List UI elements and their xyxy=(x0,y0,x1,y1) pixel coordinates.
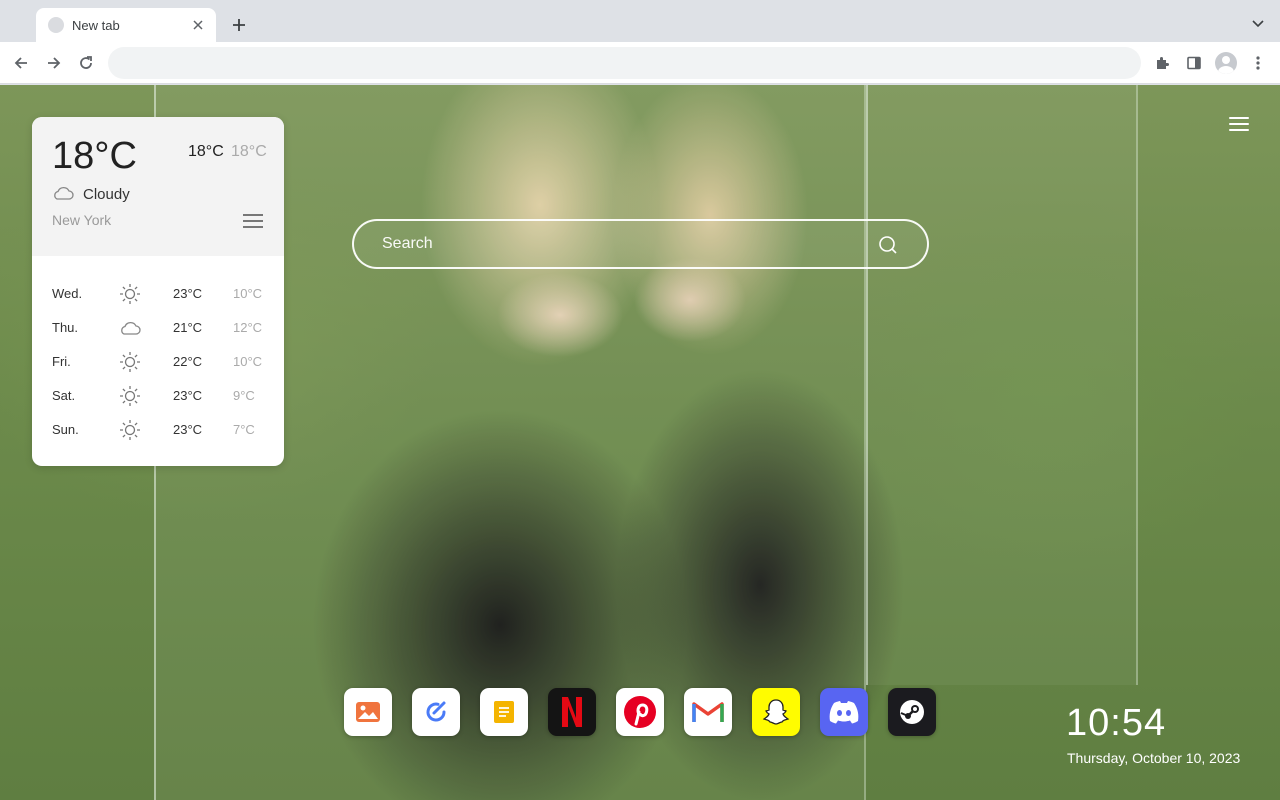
sun-icon xyxy=(119,351,141,373)
tab-title: New tab xyxy=(72,17,120,33)
app-gmail[interactable] xyxy=(684,688,732,736)
new-tab-page: 18°C 18°C 18°C Cloudy New York Wed. 23°C 1… xyxy=(0,85,1280,800)
forecast-row: Wed. 23°C 10°C xyxy=(32,277,284,311)
cloud-icon xyxy=(54,187,74,200)
forecast-high: 23°C xyxy=(173,422,203,437)
page-menu-button[interactable] xyxy=(1229,117,1249,133)
forecast-high: 23°C xyxy=(173,388,203,403)
side-panel-icon xyxy=(1187,56,1201,70)
forecast-row: Sat. 23°C 9°C xyxy=(32,379,284,413)
arrow-right-icon xyxy=(48,57,61,69)
sun-icon xyxy=(119,419,141,441)
app-snapchat[interactable] xyxy=(752,688,800,736)
notes-icon xyxy=(494,701,514,723)
side-panel-button[interactable] xyxy=(1183,52,1205,74)
tab-search-button[interactable] xyxy=(1250,16,1266,32)
pinterest-icon xyxy=(624,696,656,728)
arrow-left-icon xyxy=(14,57,27,69)
app-netflix[interactable] xyxy=(548,688,596,736)
forecast-day: Sun. xyxy=(52,422,79,437)
forecast-low: 7°C xyxy=(233,422,255,437)
search-bar[interactable] xyxy=(352,219,929,269)
forecast-day: Thu. xyxy=(52,320,79,335)
tab-new-tab[interactable]: New tab xyxy=(36,8,216,42)
chevron-down-icon xyxy=(1252,20,1264,28)
app-photos[interactable] xyxy=(344,688,392,736)
forecast-low: 10°C xyxy=(233,354,263,369)
search-icon[interactable] xyxy=(878,235,898,255)
netflix-icon xyxy=(562,697,582,727)
steam-icon xyxy=(900,700,924,724)
photos-icon xyxy=(356,702,380,722)
address-bar[interactable] xyxy=(108,47,1141,79)
clock-date: Thursday, October 10, 2023 xyxy=(1067,750,1241,766)
background-glass-pane xyxy=(866,85,1138,685)
new-tab-button[interactable] xyxy=(228,14,250,36)
app-discord[interactable] xyxy=(820,688,868,736)
weather-condition: Cloudy xyxy=(83,186,130,203)
forecast-row: Sun. 23°C 7°C xyxy=(32,413,284,447)
tasks-icon xyxy=(426,701,446,722)
discord-icon xyxy=(829,701,859,724)
app-tasks[interactable] xyxy=(412,688,460,736)
weather-city: New York xyxy=(52,212,112,228)
forecast-day: Wed. xyxy=(52,286,83,301)
weather-current: 18°C 18°C 18°C Cloudy New York xyxy=(32,117,284,256)
search-input[interactable] xyxy=(382,221,862,267)
current-temperature: 18°C xyxy=(52,135,137,177)
browser-menu-button[interactable] xyxy=(1247,52,1269,74)
browser-toolbar xyxy=(0,42,1280,84)
forward-button[interactable] xyxy=(43,52,65,74)
profile-button[interactable] xyxy=(1215,52,1237,74)
gmail-icon xyxy=(692,702,724,722)
forecast-low: 10°C xyxy=(233,286,263,301)
app-dock xyxy=(344,688,956,736)
clock-time: 10:54 xyxy=(1066,702,1167,744)
forecast-row: Thu. 21°C 12°C xyxy=(32,311,284,345)
extensions-button[interactable] xyxy=(1151,52,1173,74)
forecast-high: 23°C xyxy=(173,286,203,301)
app-notes[interactable] xyxy=(480,688,528,736)
forecast-row: Fri. 22°C 10°C xyxy=(32,345,284,379)
tab-strip: New tab xyxy=(0,0,1280,42)
weather-menu-button[interactable] xyxy=(243,214,263,230)
forecast-high: 21°C xyxy=(173,320,203,335)
forecast-low: 9°C xyxy=(233,388,255,403)
cloud-icon xyxy=(119,317,141,339)
sun-icon xyxy=(119,385,141,407)
puzzle-icon xyxy=(1157,57,1169,69)
forecast-low: 12°C xyxy=(233,320,263,335)
forecast-high: 22°C xyxy=(173,354,203,369)
back-button[interactable] xyxy=(10,52,32,74)
forecast-day: Sat. xyxy=(52,388,76,403)
current-low: 18°C xyxy=(231,143,267,160)
app-steam[interactable] xyxy=(888,688,936,736)
forecast-day: Fri. xyxy=(52,354,71,369)
more-vertical-icon xyxy=(1256,56,1260,70)
tab-favicon-icon xyxy=(48,17,64,33)
current-high: 18°C xyxy=(188,143,224,160)
avatar xyxy=(1215,52,1237,74)
app-pinterest[interactable] xyxy=(616,688,664,736)
weather-widget: 18°C 18°C 18°C Cloudy New York Wed. 23°C 1… xyxy=(32,117,284,466)
snapchat-icon xyxy=(762,699,790,725)
reload-icon xyxy=(80,56,92,69)
sun-icon xyxy=(119,283,141,305)
close-icon[interactable] xyxy=(190,17,206,33)
plus-icon xyxy=(233,19,245,31)
reload-button[interactable] xyxy=(75,52,97,74)
